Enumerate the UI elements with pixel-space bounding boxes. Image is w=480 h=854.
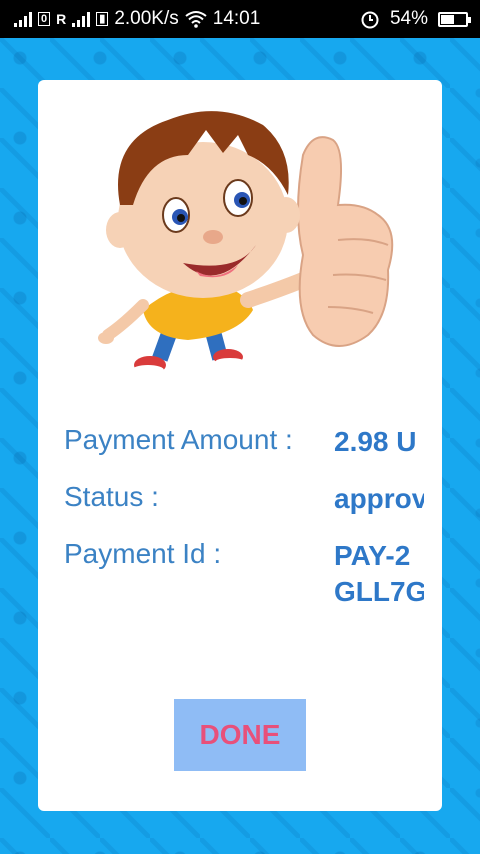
battery-percent: 54% <box>389 8 428 29</box>
status-bar: 0 R ▮ 2.00K/s 14:01 54% <box>0 0 480 38</box>
network-speed: 2.00K/s <box>114 8 179 29</box>
status-value: approv <box>334 483 424 514</box>
sim-card-icon: ▮ <box>96 12 109 26</box>
payment-amount-row: Payment Amount : 2.98 U <box>64 424 424 464</box>
status-row: Status : approv <box>64 481 424 521</box>
signal-icon <box>14 11 32 27</box>
sim-icon: 0 <box>38 12 51 26</box>
battery-icon <box>438 11 471 27</box>
roaming-label: R <box>56 11 67 27</box>
roaming-signal-icon <box>72 11 91 27</box>
payment-amount-label: Payment Amount : <box>64 424 293 455</box>
alarm-icon <box>361 11 379 29</box>
payment-amount-value: 2.98 U <box>334 426 417 457</box>
payment-id-value: PAY-2 GLL7G <box>334 540 424 607</box>
payment-success-dialog: Payment Amount : 2.98 U Status : approv … <box>38 80 442 811</box>
wifi-icon <box>185 11 207 28</box>
payment-id-row: Payment Id : PAY-2 GLL7G <box>64 538 424 618</box>
thumbs-up-boy-illustration <box>98 111 394 375</box>
clock-time: 14:01 <box>212 8 261 29</box>
done-button[interactable]: DONE <box>174 699 306 771</box>
payment-id-label: Payment Id : <box>64 538 222 569</box>
status-label: Status : <box>64 481 159 512</box>
